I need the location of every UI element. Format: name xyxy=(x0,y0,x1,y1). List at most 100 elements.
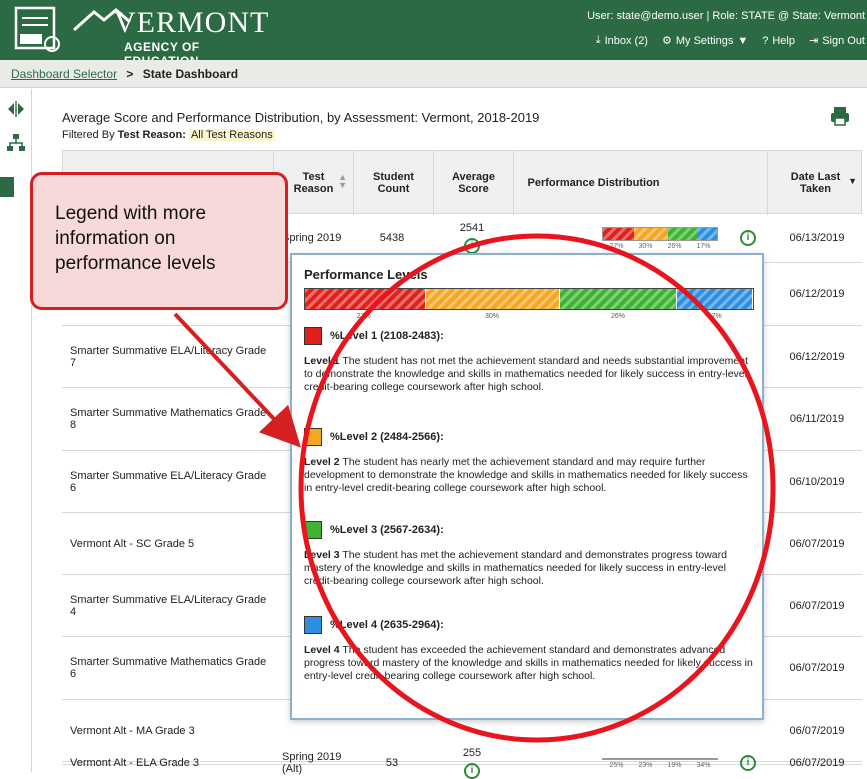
column-header-average-score[interactable]: Average Score xyxy=(433,151,513,215)
assessment-name[interactable]: Smarter Summative Mathematics Grade 8 xyxy=(70,388,270,450)
date-last-taken-cell: 06/07/2019 xyxy=(774,513,860,574)
distribution-label: 27% xyxy=(356,313,371,320)
date-last-taken-cell: 06/07/2019 xyxy=(774,700,860,761)
assessment-name-text: Smarter Summative ELA/Literacy Grade 6 xyxy=(70,469,267,494)
breadcrumb-current: State Dashboard xyxy=(142,67,239,81)
column-label: Average Score xyxy=(451,171,495,195)
info-icon: i xyxy=(740,755,756,771)
level-1-entry: %Level 1 (2108-2483): Level 1 The studen… xyxy=(304,327,754,394)
date-last-taken-cell: 06/07/2019 xyxy=(774,575,860,636)
collapse-toggle-icon[interactable] xyxy=(6,99,26,119)
gear-icon: ⚙ xyxy=(661,35,672,47)
column-label: Date Last Taken xyxy=(790,171,841,195)
distribution-info-button[interactable]: i xyxy=(740,755,760,771)
assessment-name[interactable]: Smarter Summative ELA/Literacy Grade 6 xyxy=(70,451,270,512)
distribution-labels: 27% 30% 26% 17% xyxy=(602,243,718,250)
test-reason-text: Spring 2019 (Alt) xyxy=(282,751,342,775)
level-range-label: %Level 2 (2484-2566): xyxy=(330,431,444,443)
average-score-text: 255 xyxy=(462,747,482,759)
assessment-name-text: Smarter Summative ELA/Literacy Grade 4 xyxy=(70,593,267,618)
assessment-name-text: Vermont Alt - SC Grade 5 xyxy=(70,537,195,550)
vermont-state-logo-icon[interactable] xyxy=(14,6,62,54)
assessment-name[interactable]: Vermont Alt - MA Grade 3 xyxy=(70,700,270,761)
level-name: Level 2 xyxy=(304,456,340,468)
level-2-entry: %Level 2 (2484-2566): Level 2 The studen… xyxy=(304,428,754,495)
user-role-info: User: state@demo.user | Role: STATE @ St… xyxy=(587,10,865,22)
distribution-label: 30% xyxy=(485,313,500,320)
assessment-name[interactable]: Vermont Alt - ELA Grade 3 xyxy=(70,757,270,769)
help-link[interactable]: ? Help xyxy=(762,34,795,47)
column-header-date-last-taken[interactable]: Date Last Taken ▼ xyxy=(767,151,863,215)
filter-summary: Filtered By Test Reason: All Test Reason… xyxy=(62,129,275,141)
level-color-swatch xyxy=(304,521,322,539)
date-last-taken-cell: 06/12/2019 xyxy=(774,263,860,325)
hierarchy-icon[interactable] xyxy=(6,133,26,153)
distribution-label: 17% xyxy=(707,313,722,320)
performance-levels-popup: Performance Levels 27% 30% 26% 17% %Level 1… xyxy=(290,253,764,720)
level-description: Level 4 The student has exceeded the ach… xyxy=(304,644,754,683)
page-title: Average Score and Performance Distributi… xyxy=(62,110,540,125)
my-settings-menu[interactable]: ⚙ My Settings ▼ xyxy=(661,34,749,48)
distribution-label: 17% xyxy=(696,242,711,250)
date-last-taken-cell: 06/10/2019 xyxy=(774,451,860,512)
distribution-label: 19% xyxy=(667,761,682,769)
level-heading: %Level 3 (2567-2634): xyxy=(304,521,754,539)
date-last-taken-text: 06/13/2019 xyxy=(789,232,845,244)
column-label: Test Reason xyxy=(293,171,334,195)
level-heading: %Level 4 (2635-2964): xyxy=(304,616,754,634)
student-count-text: 53 xyxy=(385,757,399,769)
inbox-link[interactable]: ⤓ Inbox (2) xyxy=(596,34,648,47)
performance-distribution-bar xyxy=(304,288,754,310)
table-row[interactable]: Vermont Alt - ELA Grade 3 Spring 2019 (Al… xyxy=(62,747,862,779)
distribution-label: 26% xyxy=(611,313,626,320)
breadcrumb-separator: > xyxy=(126,67,134,81)
level-3-entry: %Level 3 (2567-2634): Level 3 The studen… xyxy=(304,521,754,588)
sidebar-tab[interactable] xyxy=(0,177,14,197)
distribution-label: 27% xyxy=(609,242,624,250)
distribution-segment xyxy=(633,227,668,240)
level-description-text: The student has not met the achievement … xyxy=(304,355,748,393)
level-description-text: The student has exceeded the achievement… xyxy=(304,644,753,682)
level-description-text: The student has nearly met the achieveme… xyxy=(304,456,748,494)
level-4-entry: %Level 4 (2635-2964): Level 4 The studen… xyxy=(304,616,754,683)
date-last-taken-cell: 06/13/2019 xyxy=(774,214,860,262)
distribution-segment xyxy=(603,227,634,240)
filter-prefix: Filtered By xyxy=(62,129,115,141)
assessment-name[interactable]: Smarter Summative Mathematics Grade 6 xyxy=(70,637,270,699)
level-color-swatch xyxy=(304,428,322,446)
info-icon[interactable]: i xyxy=(464,238,480,254)
distribution-segment xyxy=(676,289,753,309)
date-last-taken-text: 06/07/2019 xyxy=(789,662,845,674)
assessment-name[interactable]: Smarter Summative ELA/Literacy Grade 7 xyxy=(70,326,270,387)
date-last-taken-text: 06/12/2019 xyxy=(789,288,845,300)
caret-down-icon: ▼ xyxy=(737,34,749,47)
info-icon[interactable]: i xyxy=(464,763,480,779)
info-icon: i xyxy=(740,230,756,246)
breadcrumb-dashboard-selector[interactable]: Dashboard Selector xyxy=(11,67,117,81)
level-heading: %Level 1 (2108-2483): xyxy=(304,327,754,345)
distribution-label: 26% xyxy=(667,242,682,250)
print-button[interactable] xyxy=(828,104,852,128)
level-description: Level 2 The student has nearly met the a… xyxy=(304,456,754,495)
column-label: Student Count xyxy=(373,171,414,195)
level-color-swatch xyxy=(304,616,322,634)
level-range-label: %Level 3 (2567-2634): xyxy=(330,524,444,536)
column-header-performance-distribution[interactable]: Performance Distribution xyxy=(513,151,673,215)
distribution-bar xyxy=(602,226,718,241)
distribution-label: 30% xyxy=(638,242,653,250)
date-last-taken-text: 06/11/2019 xyxy=(789,413,845,425)
assessment-name[interactable]: Vermont Alt - SC Grade 5 xyxy=(70,513,270,574)
column-header-student-count[interactable]: Student Count xyxy=(353,151,433,215)
assessment-name[interactable]: Smarter Summative ELA/Literacy Grade 4 xyxy=(70,575,270,636)
distribution-segment xyxy=(425,289,561,309)
sign-out-link[interactable]: ⇥ Sign Out xyxy=(809,34,865,48)
date-last-taken-text: 06/12/2019 xyxy=(789,350,845,363)
student-count-cell: 53 xyxy=(352,757,432,769)
printer-icon xyxy=(831,107,849,126)
assessment-name-text: Smarter Summative Mathematics Grade 8 xyxy=(70,407,267,431)
settings-label: My Settings xyxy=(675,34,734,47)
filter-key: Test Reason: xyxy=(117,129,186,141)
student-count-text: 5438 xyxy=(379,232,405,244)
sort-desc-icon: ▼ xyxy=(848,176,857,186)
assessment-name-text: Vermont Alt - ELA Grade 3 xyxy=(70,757,200,769)
